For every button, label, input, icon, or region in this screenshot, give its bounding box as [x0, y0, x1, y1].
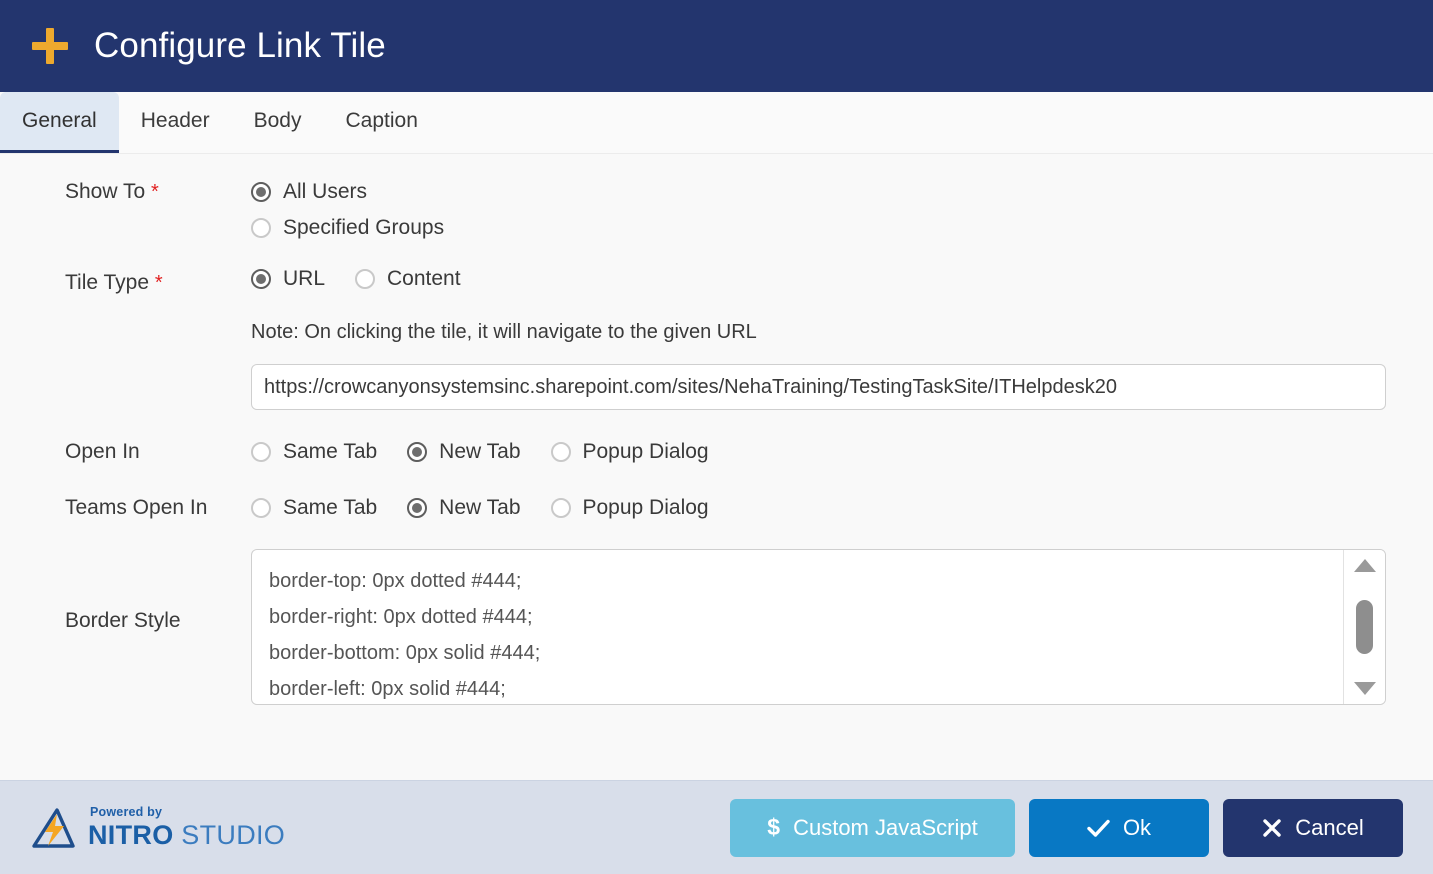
radio-label: Popup Dialog [582, 440, 709, 463]
radio-label: All Users [283, 180, 368, 203]
show-to-radio-group: All Users Specified Groups [251, 180, 1386, 240]
tab-caption[interactable]: Caption [323, 92, 439, 153]
radio-teams-open-in-popup-dialog[interactable]: Popup Dialog [550, 496, 709, 520]
field-row-border-style: Border Style border-top: 0px dotted #444… [0, 549, 1433, 705]
tab-bar: General Header Body Caption [0, 92, 1433, 154]
open-in-label: Open In [65, 440, 140, 463]
radio-show-to-all-users[interactable]: All Users [251, 180, 367, 204]
radio-label: Content [387, 267, 461, 290]
cancel-button[interactable]: Cancel [1223, 798, 1403, 857]
tab-header[interactable]: Header [119, 92, 232, 153]
radio-indicator [407, 498, 428, 518]
close-icon [1262, 818, 1282, 838]
button-label: Cancel [1295, 814, 1364, 840]
field-row-teams-open-in: Teams Open In Same Tab New Tab Popup Dia… [0, 496, 1433, 520]
field-row-show-to: Show To * All Users Specified Groups [0, 180, 1433, 240]
page-title: Configure Link Tile [94, 26, 386, 65]
border-style-scrollbar[interactable] [1343, 550, 1385, 704]
tab-body[interactable]: Body [232, 92, 324, 153]
logo-product-name: NITRO STUDIO [88, 819, 286, 850]
radio-teams-open-in-same-tab[interactable]: Same Tab [251, 496, 377, 520]
dialog-footer: Powered by NITRO STUDIO $ Custom JavaScr… [0, 780, 1433, 874]
scrollbar-thumb[interactable] [1356, 600, 1373, 654]
tile-type-radio-group: URL Content [251, 267, 1386, 291]
dollar-icon: $ [767, 814, 781, 840]
button-label: Ok [1122, 814, 1152, 840]
required-marker: * [151, 181, 159, 203]
tile-type-note: Note: On clicking the tile, it will navi… [251, 321, 757, 343]
radio-indicator [251, 498, 271, 518]
tile-type-label: Tile Type * [65, 271, 163, 294]
teams-open-in-label: Teams Open In [65, 496, 208, 519]
dialog-titlebar: Configure Link Tile [0, 0, 1433, 92]
radio-indicator [407, 442, 428, 462]
general-tab-panel: Show To * All Users Specified Groups Til… [0, 154, 1433, 780]
scroll-down-arrow-icon[interactable] [1353, 682, 1376, 695]
nitro-logo-icon [32, 807, 75, 848]
url-input[interactable] [251, 364, 1386, 410]
field-row-open-in: Open In Same Tab New Tab Popup Dialog [0, 440, 1433, 464]
radio-label: Same Tab [283, 440, 378, 463]
plus-icon [28, 24, 72, 68]
footer-buttons: $ Custom JavaScript Ok Cancel [730, 798, 1403, 857]
radio-indicator [355, 269, 376, 289]
radio-open-in-new-tab[interactable]: New Tab [407, 440, 521, 464]
teams-open-in-radio-group: Same Tab New Tab Popup Dialog [251, 496, 1386, 520]
radio-show-to-specified-groups[interactable]: Specified Groups [251, 216, 444, 240]
radio-tile-type-content[interactable]: Content [355, 267, 461, 291]
radio-open-in-popup-dialog[interactable]: Popup Dialog [550, 440, 709, 464]
show-to-label: Show To * [65, 180, 159, 203]
tab-general[interactable]: General [0, 92, 119, 153]
radio-open-in-same-tab[interactable]: Same Tab [251, 440, 377, 464]
check-icon [1087, 818, 1110, 838]
radio-label: New Tab [439, 440, 521, 463]
radio-indicator [251, 269, 271, 289]
radio-label: URL [283, 267, 326, 290]
configure-link-tile-dialog: Configure Link Tile General Header Body … [0, 0, 1433, 874]
radio-teams-open-in-new-tab[interactable]: New Tab [407, 496, 521, 520]
custom-javascript-button[interactable]: $ Custom JavaScript [730, 798, 1015, 857]
field-row-tile-type: Tile Type * URL Content Note: On clickin… [0, 267, 1433, 410]
scroll-up-arrow-icon[interactable] [1353, 559, 1376, 572]
radio-label: Same Tab [283, 496, 378, 519]
border-style-textarea-wrapper: border-top: 0px dotted #444; border-righ… [251, 549, 1386, 705]
border-style-label: Border Style [65, 609, 181, 632]
nitro-studio-logo: Powered by NITRO STUDIO [30, 806, 285, 850]
radio-indicator [550, 442, 571, 462]
radio-label: Specified Groups [283, 216, 445, 239]
radio-tile-type-url[interactable]: URL [251, 267, 325, 291]
radio-indicator [251, 182, 271, 202]
logo-powered-by-text: Powered by [90, 805, 163, 820]
radio-label: Popup Dialog [582, 496, 709, 519]
radio-label: New Tab [439, 496, 521, 519]
required-marker: * [154, 272, 163, 294]
radio-indicator [251, 442, 271, 462]
open-in-radio-group: Same Tab New Tab Popup Dialog [251, 440, 1386, 464]
ok-button[interactable]: Ok [1029, 798, 1209, 857]
border-style-textarea[interactable]: border-top: 0px dotted #444; border-righ… [252, 550, 1343, 704]
radio-indicator [251, 218, 271, 238]
button-label: Custom JavaScript [793, 814, 978, 840]
radio-indicator [550, 498, 571, 518]
